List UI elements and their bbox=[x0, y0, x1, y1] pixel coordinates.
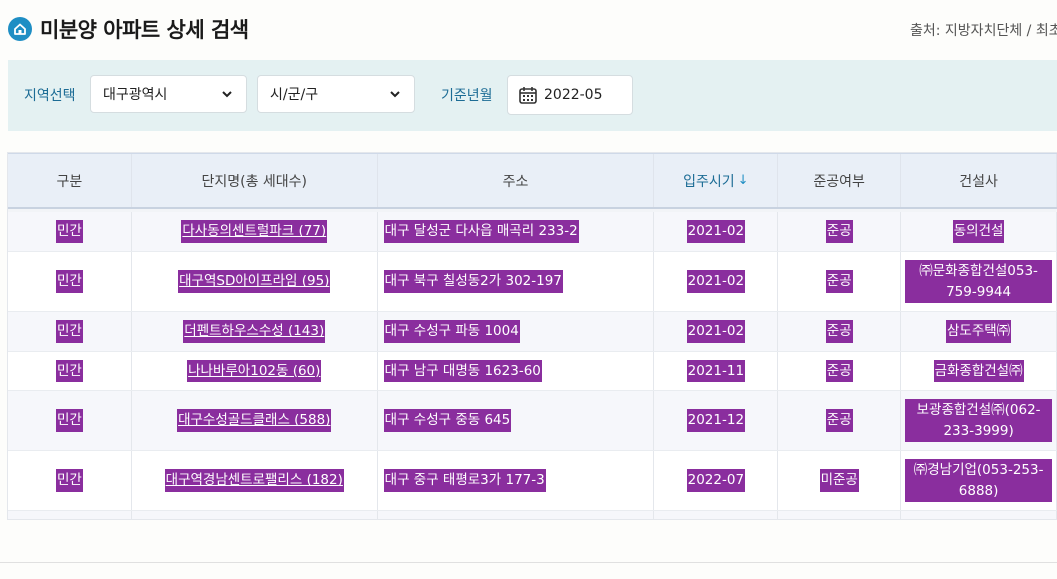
cell-move-in: 2021-02 bbox=[686, 320, 746, 343]
sort-down-arrow-icon: ↓ bbox=[737, 173, 749, 188]
cell-status: 준공 bbox=[825, 320, 853, 343]
divider bbox=[0, 562, 1057, 563]
cell-type: 민간 bbox=[56, 270, 83, 293]
column-header-name[interactable]: 단지명(총 세대수) bbox=[132, 154, 378, 207]
complex-name-link[interactable]: 대구역경남센트로팰리스 (182) bbox=[164, 469, 344, 492]
complex-name-link[interactable]: 대구역SD아이프라임 (95) bbox=[178, 270, 331, 293]
column-header-status[interactable]: 준공여부 bbox=[778, 154, 902, 207]
cell-address: 대구 남구 대명동 1623-60 bbox=[383, 359, 542, 383]
cell-type: 민간 bbox=[56, 409, 83, 432]
cell-address: 대구 북구 칠성동2가 302-197 bbox=[383, 270, 563, 293]
results-table: 구분 단지명(총 세대수) 주소 입주시기 ↓ 준공여부 건설사 민간 다사동의… bbox=[7, 152, 1057, 520]
cell-status: 준공 bbox=[825, 409, 853, 432]
cell-address: 대구 수성구 중동 645 bbox=[383, 409, 512, 432]
table-row: 민간 더펜트하우스수성 (143) 대구 수성구 파동 1004 2021-02… bbox=[8, 312, 1057, 352]
source-text: 출처: 지방자치단체 / 최초 bbox=[910, 23, 1057, 39]
cell-status: 미준공 bbox=[819, 469, 859, 492]
table-header: 구분 단지명(총 세대수) 주소 입주시기 ↓ 준공여부 건설사 bbox=[8, 153, 1057, 209]
cell-status: 준공 bbox=[825, 270, 853, 293]
table-row: 민간 대구수성골드클래스 (588) 대구 수성구 중동 645 2021-12… bbox=[8, 391, 1057, 451]
cell-move-in: 2021-02 bbox=[686, 270, 746, 293]
cell-move-in: 2021-11 bbox=[686, 359, 746, 383]
table-row: 민간 나나바루아102동 (60) 대구 남구 대명동 1623-60 2021… bbox=[8, 352, 1057, 391]
column-header-address[interactable]: 주소 bbox=[378, 154, 655, 207]
page-title: 미분양 아파트 상세 검색 bbox=[40, 18, 249, 42]
region-label: 지역선택 bbox=[24, 88, 76, 104]
cell-address: 대구 달성군 다사읍 매곡리 233-2 bbox=[383, 220, 579, 243]
chevron-down-icon bbox=[222, 91, 232, 98]
column-header-move-in-label: 입주시기 bbox=[683, 173, 735, 190]
cell-builder: 금화종합건설㈜ bbox=[933, 359, 1024, 383]
cell-move-in: 2021-02 bbox=[686, 220, 746, 243]
column-header-builder[interactable]: 건설사 bbox=[901, 154, 1057, 207]
complex-name-link[interactable]: 더펜트하우스수성 (143) bbox=[183, 320, 326, 343]
table-row: 민간 대구역SD아이프라임 (95) 대구 북구 칠성동2가 302-197 2… bbox=[8, 252, 1057, 312]
filter-bar: 지역선택 대구광역시 시/군/구 기준년월 2022-05 bbox=[8, 60, 1057, 131]
cell-builder: ㈜경남기업(053-253-6888) bbox=[905, 459, 1053, 502]
column-header-type[interactable]: 구분 bbox=[8, 154, 132, 207]
cell-type: 민간 bbox=[56, 220, 83, 243]
home-icon bbox=[8, 17, 32, 41]
region-select-value: 대구광역시 bbox=[103, 87, 168, 103]
calendar-icon bbox=[519, 87, 537, 104]
cell-type: 민간 bbox=[56, 359, 83, 383]
cell-move-in: 2022-07 bbox=[686, 469, 746, 492]
cell-status: 준공 bbox=[825, 220, 853, 243]
cell-address: 대구 수성구 파동 1004 bbox=[383, 320, 520, 343]
chevron-down-icon bbox=[390, 91, 400, 98]
district-select[interactable]: 시/군/구 bbox=[257, 75, 415, 113]
complex-name-link[interactable]: 나나바루아102동 (60) bbox=[187, 359, 322, 383]
column-header-move-in[interactable]: 입주시기 ↓ bbox=[654, 154, 779, 207]
cell-builder: ㈜문화종합건설053-759-9944 bbox=[905, 260, 1053, 303]
table-row: 민간 대구역경남센트로팰리스 (182) 대구 중구 태평로3가 177-3 2… bbox=[8, 451, 1057, 511]
date-picker[interactable]: 2022-05 bbox=[507, 75, 633, 115]
region-select[interactable]: 대구광역시 bbox=[90, 75, 247, 113]
cell-type: 민간 bbox=[56, 320, 83, 343]
complex-name-link[interactable]: 대구수성골드클래스 (588) bbox=[177, 409, 332, 432]
date-value: 2022-05 bbox=[544, 87, 603, 103]
cell-builder: 삼도주택㈜ bbox=[946, 320, 1012, 343]
table-row: 민간 다사동의센트럴파크 (77) 대구 달성군 다사읍 매곡리 233-2 2… bbox=[8, 212, 1057, 252]
cell-status: 준공 bbox=[825, 359, 853, 383]
page-header: 미분양 아파트 상세 검색 bbox=[8, 14, 249, 44]
cell-move-in: 2021-12 bbox=[686, 409, 746, 432]
complex-name-link[interactable]: 다사동의센트럴파크 (77) bbox=[181, 220, 328, 243]
cell-builder: 동의건설 bbox=[952, 220, 1005, 243]
district-select-value: 시/군/구 bbox=[270, 87, 319, 103]
cell-type: 민간 bbox=[56, 469, 83, 492]
date-label: 기준년월 bbox=[441, 88, 493, 104]
cell-address: 대구 중구 태평로3가 177-3 bbox=[383, 469, 546, 492]
cell-builder: 보광종합건설㈜(062-233-3999) bbox=[905, 399, 1053, 442]
table-row-partial bbox=[8, 511, 1057, 519]
